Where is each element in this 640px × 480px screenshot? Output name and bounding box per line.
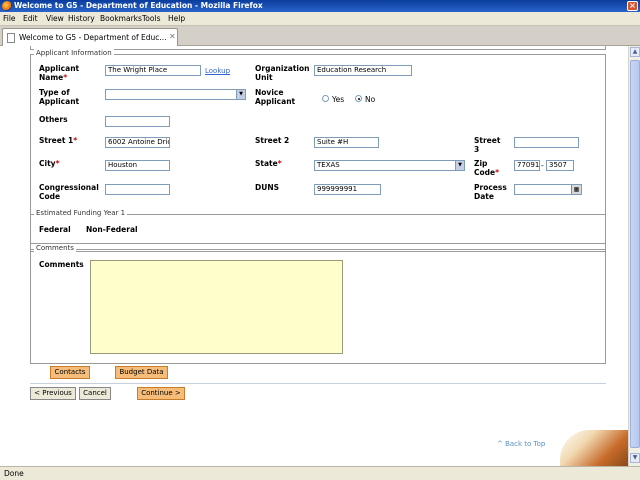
page-content: Applicant Information Applicant Name* Th…	[0, 46, 628, 466]
vertical-scrollbar[interactable]: ▲ ▼	[628, 46, 640, 466]
menu-tools[interactable]: Tools	[142, 14, 160, 23]
street3-field[interactable]	[514, 137, 579, 148]
title-bar: Welcome to G5 - Department of Education …	[0, 0, 640, 12]
zip-code-label: Zip Code*	[474, 159, 500, 177]
firefox-icon	[2, 1, 12, 11]
lookup-link[interactable]: Lookup	[205, 67, 230, 75]
type-of-applicant-label: Type of Applicant	[39, 88, 80, 106]
novice-applicant-label: Novice Applicant	[255, 88, 296, 106]
previous-button[interactable]: < Previous	[30, 387, 76, 400]
congressional-code-field[interactable]	[105, 184, 170, 195]
nonfederal-label: Non-Federal	[86, 225, 138, 234]
novice-yes-radio[interactable]	[322, 95, 329, 102]
comments-textarea[interactable]	[90, 260, 343, 354]
state-value: TEXAS	[317, 161, 340, 169]
funding-legend: Estimated Funding Year 1	[34, 209, 128, 217]
comments-label: Comments	[39, 260, 84, 269]
street3-label: Street 3	[474, 136, 501, 154]
close-window-button[interactable]: ×	[627, 1, 638, 11]
comments-legend: Comments	[34, 244, 76, 252]
scroll-thumb[interactable]	[630, 60, 640, 448]
scroll-down-icon[interactable]: ▼	[630, 453, 640, 463]
zip-separator: -	[541, 161, 544, 170]
page-icon	[7, 33, 15, 43]
browser-tab[interactable]: Welcome to G5 - Department of Educ... ✕	[2, 28, 178, 46]
menu-view[interactable]: View	[46, 14, 64, 23]
novice-no-label: No	[365, 95, 376, 104]
chevron-down-icon: ▼	[236, 90, 245, 99]
city-label: City*	[39, 159, 60, 168]
duns-label: DUNS	[255, 183, 279, 192]
novice-no-radio[interactable]	[355, 95, 362, 102]
footer-decoration	[560, 430, 628, 466]
tab-label: Welcome to G5 - Department of Educ...	[19, 33, 167, 42]
tab-close-icon[interactable]: ✕	[169, 32, 176, 41]
city-field[interactable]: Houston	[105, 160, 170, 171]
chevron-down-icon: ▼	[455, 161, 464, 170]
calendar-icon[interactable]: ▦	[571, 185, 581, 194]
applicant-name-field[interactable]: The Wright Place	[105, 65, 201, 76]
process-date-label: Process Date	[474, 183, 507, 201]
street2-label: Street 2	[255, 136, 290, 145]
congressional-code-label: Congressional Code	[39, 183, 99, 201]
novice-yes-label: Yes	[332, 95, 345, 104]
window-title: Welcome to G5 - Department of Education …	[14, 1, 263, 10]
others-label: Others	[39, 115, 68, 124]
contacts-button[interactable]: Contacts	[50, 366, 90, 379]
menu-edit[interactable]: Edit	[23, 14, 38, 23]
federal-label: Federal	[39, 225, 71, 234]
menu-file[interactable]: File	[3, 14, 16, 23]
continue-button[interactable]: Continue >	[137, 387, 185, 400]
divider	[30, 383, 606, 384]
scroll-up-icon[interactable]: ▲	[630, 47, 640, 57]
duns-field[interactable]: 999999991	[314, 184, 381, 195]
back-to-top-link[interactable]: ^ Back to Top	[497, 440, 545, 448]
budget-data-button[interactable]: Budget Data	[115, 366, 168, 379]
previous-section-bottom	[30, 46, 606, 50]
applicant-info-legend: Applicant Information	[34, 49, 114, 57]
tab-strip: Welcome to G5 - Department of Educ... ✕	[0, 26, 640, 46]
street2-field[interactable]: Suite #H	[314, 137, 379, 148]
zip-ext-field[interactable]: 3507	[546, 160, 574, 171]
others-field[interactable]	[105, 116, 170, 127]
org-unit-field[interactable]: Education Research	[314, 65, 412, 76]
state-label: State*	[255, 159, 282, 168]
type-of-applicant-select[interactable]: ▼	[105, 89, 246, 100]
state-select[interactable]: TEXAS ▼	[314, 160, 465, 171]
street1-label: Street 1*	[39, 136, 78, 145]
menu-bar: File Edit View History Bookmarks Tools H…	[0, 12, 640, 26]
cancel-button[interactable]: Cancel	[79, 387, 111, 400]
menu-history[interactable]: History	[68, 14, 95, 23]
menu-bookmarks[interactable]: Bookmarks	[100, 14, 142, 23]
applicant-name-label: Applicant Name*	[39, 64, 80, 82]
street1-field[interactable]: 6002 Antoine Dric	[105, 137, 170, 148]
menu-help[interactable]: Help	[168, 14, 185, 23]
zip-code-field[interactable]: 77091	[514, 160, 540, 171]
org-unit-label: Organization Unit	[255, 64, 310, 82]
status-bar: Done	[0, 466, 640, 480]
status-text: Done	[4, 469, 24, 478]
